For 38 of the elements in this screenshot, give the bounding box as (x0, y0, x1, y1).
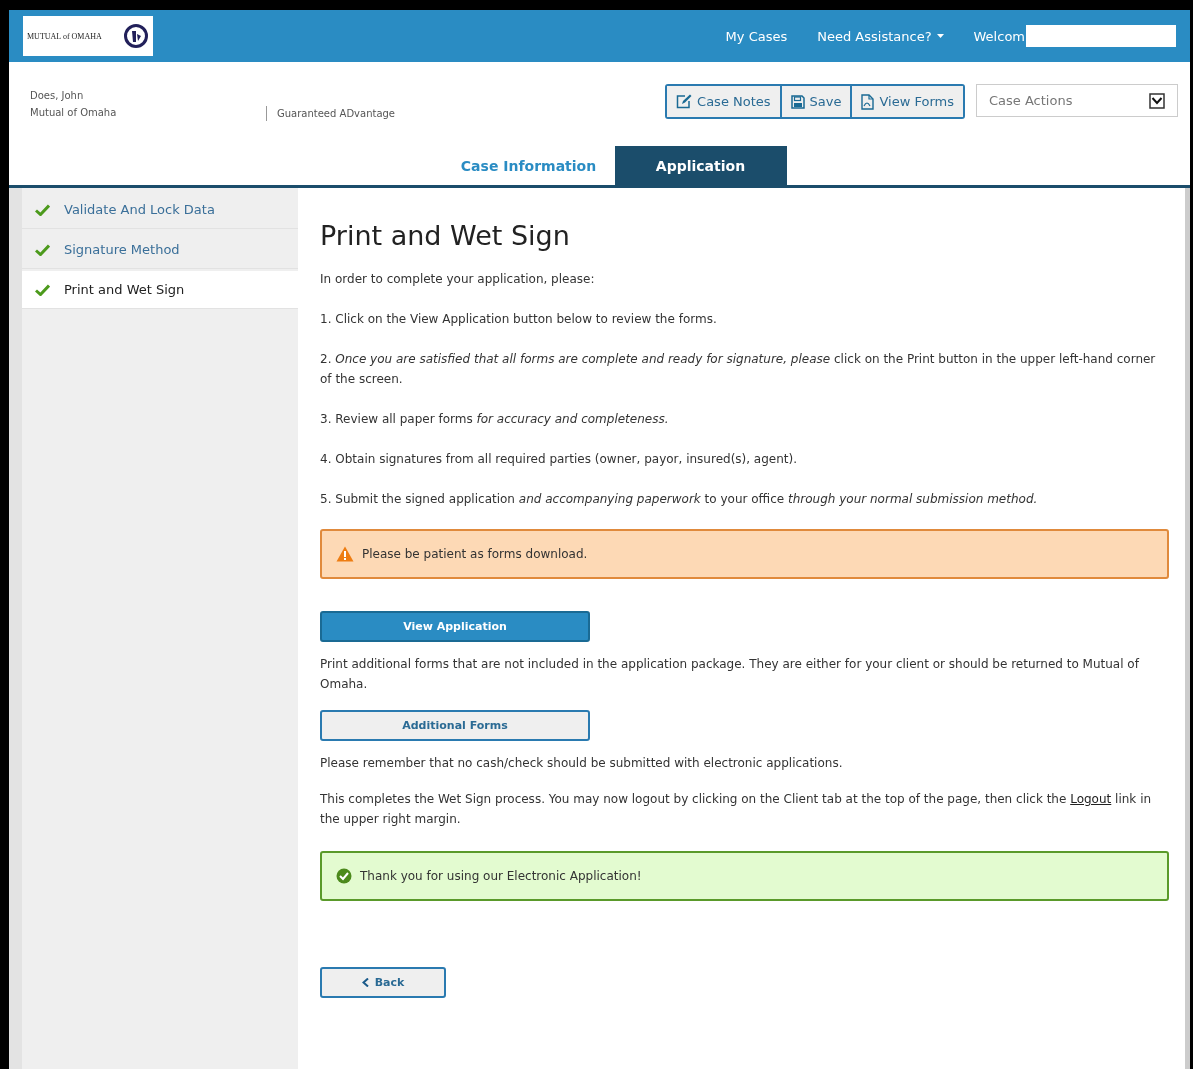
instruction-text: 2. Once you are satisfied that all forms are complete and ready for signature, please click on the Print button in the upper left-hand corner of the screen. (320, 351, 1157, 388)
document-icon (861, 93, 875, 110)
nav-link[interactable]: My Cases (725, 28, 788, 44)
caret-icon (936, 34, 944, 38)
tab[interactable]: Application (614, 146, 787, 185)
intro-text: In order to complete your application, please: (320, 271, 596, 288)
nav-dropdown[interactable]: Need Assistance? (817, 28, 944, 44)
completion-text: This completes the Wet Sign process. You may now logout by clicking on the Client tab at the top of the page, then click the Logout link in the upper right margin. (320, 791, 1153, 828)
chevron-left-icon (361, 978, 369, 987)
toolbar-button[interactable]: Case Notes (667, 86, 780, 117)
edit-icon (676, 94, 693, 109)
instruction-text: 3. Review all paper forms for accuracy and completeness. (320, 411, 670, 428)
back-button[interactable]: Back (320, 967, 446, 998)
additional-forms-button[interactable]: Additional Forms (320, 710, 590, 741)
check-circle-icon (336, 868, 352, 884)
logo-icon (123, 23, 149, 49)
logo: MUTUAL of OMAHA (23, 16, 153, 56)
nav-link[interactable]: Welcom (973, 28, 1025, 44)
save-icon (790, 94, 805, 109)
instruction-text: 4. Obtain signatures from all required parties (owner, payor, insured(s), agent). (320, 451, 799, 468)
view-application-button[interactable]: View Application (320, 611, 590, 642)
warning-icon (336, 546, 354, 562)
cash-note: Please remember that no cash/check should be submitted with electronic applications. (320, 755, 844, 772)
company-name: Mutual of Omaha (30, 107, 118, 118)
toolbar-button[interactable]: View Forms (850, 86, 963, 117)
warning-text: Please be patient as forms download. (362, 547, 588, 561)
success-text: Thank you for using our Electronic Application! (360, 869, 642, 883)
case-actions-select[interactable]: Case Actions (976, 84, 1178, 117)
logout-link[interactable]: Logout (1070, 792, 1112, 806)
dropdown-icon (1149, 92, 1165, 109)
product-name: Guaranteed ADvantage (266, 106, 627, 121)
client-name: Does, John (30, 90, 85, 101)
instruction-text: 5. Submit the signed application and accompanying paperwork to your office through your normal submission method. (320, 491, 1039, 508)
toolbar-button[interactable]: Save (779, 86, 851, 117)
step-item[interactable]: Print and Wet Sign (22, 271, 298, 309)
additional-forms-text: Print additional forms that are not included in the application package. They are either for your client or should be returned to Mutual of Omaha. (320, 656, 1141, 693)
instruction-text: 1. Click on the View Application button below to review the forms. (320, 311, 718, 328)
page-title: Print and Wet Sign (320, 220, 571, 251)
